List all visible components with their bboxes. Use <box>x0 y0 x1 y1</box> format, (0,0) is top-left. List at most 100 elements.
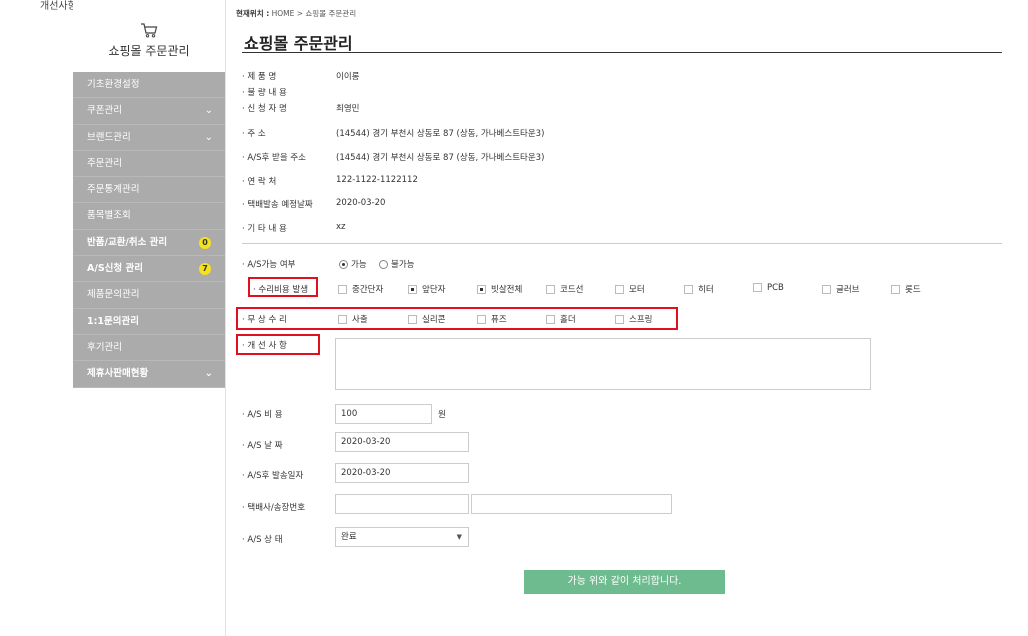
field-label: · 기 타 내 용 <box>242 224 287 234</box>
as-ship-date-input[interactable]: 2020-03-20 <box>335 463 469 483</box>
sidebar-item-label: 브랜드관리 <box>87 131 131 143</box>
currency-unit: 원 <box>438 410 446 420</box>
sidebar-item-product-lookup[interactable]: 품목별조회 <box>73 203 225 230</box>
checkbox-label: PCB <box>767 283 784 293</box>
field-label: · A/S후 받을 주소 <box>242 153 306 163</box>
radio-icon <box>339 260 348 269</box>
radio-icon <box>379 260 388 269</box>
checkbox-label: 빗살전체 <box>491 285 523 295</box>
checkbox-icon <box>338 315 347 324</box>
checkbox-label: 글러브 <box>836 285 860 295</box>
sidebar-item-label: 쿠폰관리 <box>87 105 122 117</box>
checkbox-icon <box>615 315 624 324</box>
sidebar-item-label: 제휴사판매현황 <box>87 368 149 380</box>
checkbox-motor[interactable]: 모터 <box>615 283 645 295</box>
checkbox-comb-whole[interactable]: 빗살전체 <box>477 283 522 295</box>
radio-impossible[interactable]: 불가능 <box>379 258 414 270</box>
chevron-down-icon: ⌄ <box>204 131 213 143</box>
field-label: · 수리비용 발생 <box>253 285 309 295</box>
checkbox-cord[interactable]: 코드선 <box>546 283 583 295</box>
sidebar-item-label: 주문관리 <box>87 157 122 169</box>
checkbox-glove[interactable]: 글러브 <box>822 283 859 295</box>
radio-possible[interactable]: 가능 <box>339 258 367 270</box>
field-label: · 택배사/송장번호 <box>242 503 306 513</box>
checkbox-heater[interactable]: 히터 <box>684 283 714 295</box>
field-value: 122-1122-1122112 <box>336 175 418 185</box>
checkbox-fuse[interactable]: 퓨즈 <box>477 313 507 325</box>
submit-button[interactable]: 가능 위와 같이 처리합니다. <box>524 570 725 594</box>
sidebar-item-order-stats[interactable]: 주문통계관리 <box>73 177 225 204</box>
dropdown-arrow-icon: ▼ <box>456 533 462 541</box>
sidebar: 쇼핑몰 주문관리 기초환경설정 쿠폰관리 ⌄ 브랜드관리 ⌄ 주문관리 주문통계관리… <box>73 0 226 636</box>
checkbox-front-terminal[interactable]: 앞단자 <box>408 283 445 295</box>
sidebar-item-one-on-one[interactable]: 1:1문의관리 <box>73 309 225 335</box>
checkbox-label: 홀더 <box>560 315 576 325</box>
sidebar-item-product-inquiry[interactable]: 제품문의관리 <box>73 282 225 309</box>
checkbox-icon <box>546 285 555 294</box>
sidebar-item-label: 1:1문의관리 <box>87 315 139 327</box>
sidebar-item-label: 반품/교환/취소 관리 <box>87 236 168 248</box>
sidebar-item-brands[interactable]: 브랜드관리 ⌄ <box>73 125 225 151</box>
checkbox-icon <box>477 315 486 324</box>
field-label: · 개 선 사 항 <box>242 341 287 351</box>
sidebar-item-label: 제품문의관리 <box>87 289 140 301</box>
checkbox-silicone[interactable]: 실리콘 <box>408 313 445 325</box>
as-status-select[interactable]: 완료 ▼ <box>335 527 469 547</box>
radio-label: 불가능 <box>391 260 415 270</box>
sidebar-item-as-requests[interactable]: A/S신청 관리 7 <box>73 256 225 283</box>
sidebar-item-orders[interactable]: 주문관리 <box>73 151 225 178</box>
tracking-number-input[interactable] <box>471 494 672 514</box>
breadcrumb: 현재위치 : HOME > 쇼핑몰 주문관리 <box>236 8 356 19</box>
sidebar-item-label: 후기관리 <box>87 341 122 353</box>
as-date-input[interactable]: 2020-03-20 <box>335 432 469 452</box>
field-label: · 주 소 <box>242 129 266 139</box>
sidebar-item-label: 기초환경설정 <box>87 79 140 90</box>
checkbox-icon <box>753 283 762 292</box>
checkbox-label: 스프링 <box>629 315 653 325</box>
checkbox-label: 퓨즈 <box>491 315 507 325</box>
chevron-down-icon: ⌄ <box>204 368 213 380</box>
field-value: 최영민 <box>336 104 360 114</box>
checkbox-injection[interactable]: 사출 <box>338 313 368 325</box>
field-value: 2020-03-20 <box>336 198 386 208</box>
checkbox-icon <box>408 315 417 324</box>
sidebar-item-reviews[interactable]: 후기관리 <box>73 335 225 362</box>
sidebar-item-basic-settings[interactable]: 기초환경설정 <box>73 72 225 99</box>
count-badge: 0 <box>199 236 211 249</box>
chevron-down-icon: ⌄ <box>204 105 213 117</box>
checkbox-pcb[interactable]: PCB <box>753 283 784 293</box>
count-badge: 7 <box>199 263 211 276</box>
breadcrumb-path: HOME > 쇼핑몰 주문관리 <box>269 9 357 18</box>
as-cost-input[interactable]: 100 <box>335 404 432 424</box>
field-label: · 불 량 내 용 <box>242 88 287 98</box>
checkbox-icon <box>891 285 900 294</box>
checkbox-holder[interactable]: 홀더 <box>546 313 576 325</box>
checkbox-icon <box>546 315 555 324</box>
courier-company-input[interactable] <box>335 494 469 514</box>
field-value: (14544) 경기 부천시 상동로 87 (상동, 가나베스트타운3) <box>336 129 545 139</box>
breadcrumb-prefix: 현재위치 : <box>236 9 270 18</box>
checkbox-label: 중간단자 <box>352 285 384 295</box>
field-label: · A/S 상 태 <box>242 535 283 545</box>
field-label: · 택배발송 예정날짜 <box>242 200 313 210</box>
checkbox-spring[interactable]: 스프링 <box>615 313 652 325</box>
field-label: · 연 락 처 <box>242 177 277 187</box>
radio-label: 가능 <box>351 260 367 270</box>
checkbox-icon <box>338 285 347 294</box>
field-label: · A/S후 발송일자 <box>242 471 304 481</box>
checkbox-label: 앞단자 <box>422 285 446 295</box>
field-value: (14544) 경기 부천시 상동로 87 (상동, 가나베스트타운3) <box>336 153 545 163</box>
checkbox-rod[interactable]: 롯드 <box>891 283 921 295</box>
sidebar-item-returns[interactable]: 반품/교환/취소 관리 0 <box>73 230 225 257</box>
select-value: 완료 <box>341 532 357 542</box>
sidebar-title: 쇼핑몰 주문관리 <box>108 44 190 58</box>
checkbox-label: 사출 <box>352 315 368 325</box>
sidebar-item-partner-sales[interactable]: 제휴사판매현황 ⌄ <box>73 361 225 388</box>
improvement-textarea[interactable] <box>335 338 871 390</box>
field-label: · A/S가능 여부 <box>242 260 296 270</box>
sidebar-item-coupons[interactable]: 쿠폰관리 ⌄ <box>73 98 225 125</box>
checkbox-icon <box>615 285 624 294</box>
checkbox-middle-terminal[interactable]: 중간단자 <box>338 283 383 295</box>
cart-icon <box>141 23 158 38</box>
checkbox-icon <box>408 285 417 294</box>
